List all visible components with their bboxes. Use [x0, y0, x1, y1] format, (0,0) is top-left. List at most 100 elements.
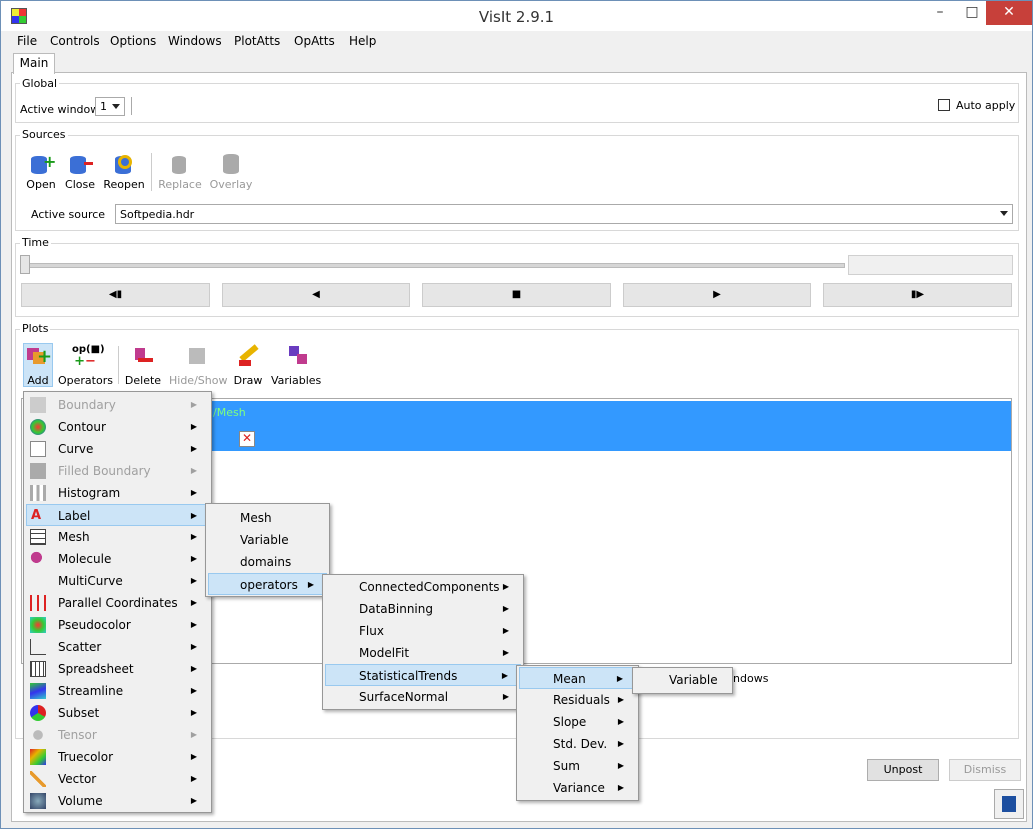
submenu-arrow-icon: ▶ [190, 598, 197, 607]
curve-plot-icon [30, 441, 46, 457]
divider [151, 153, 152, 191]
hide-show-plot-button[interactable]: Hide/Show [169, 344, 228, 387]
active-source-label: Active source [31, 208, 106, 221]
maximize-button[interactable]: □ [957, 1, 987, 25]
menu-help[interactable]: Help [349, 34, 376, 48]
menu-windows[interactable]: Windows [168, 34, 222, 48]
menu-item-histogram[interactable]: Histogram ▶ [26, 482, 209, 504]
open-label: Open [26, 178, 56, 191]
menu-item-domains[interactable]: domains [208, 551, 327, 573]
reopen-label: Reopen [103, 178, 145, 191]
overlay-label: Overlay [209, 178, 253, 191]
submenu-arrow-icon: ▶ [190, 488, 197, 497]
auto-apply-checkbox[interactable] [938, 99, 950, 111]
active-window-combo[interactable]: 1 [95, 97, 125, 116]
menu-controls[interactable]: Controls [50, 34, 100, 48]
menu-item-pseudocolor[interactable]: Pseudocolor ▶ [26, 614, 209, 636]
menu-item-modelfit[interactable]: ModelFit ▶ [325, 642, 521, 664]
submenu-arrow-icon: ▶ [190, 774, 197, 783]
menu-item-contour[interactable]: Contour ▶ [26, 416, 209, 438]
reverse-play-button[interactable]: ◀ [222, 283, 410, 307]
menu-item-databinning[interactable]: DataBinning ▶ [325, 598, 521, 620]
add-plot-button[interactable]: + Add [23, 343, 53, 387]
draw-plots-button[interactable]: Draw [231, 344, 265, 387]
tab-main[interactable]: Main [13, 53, 55, 74]
variables-label: Variables [271, 374, 322, 387]
menu-item-filled-boundary[interactable]: Filled Boundary ▶ [26, 460, 209, 482]
reopen-database-icon [111, 152, 137, 178]
minimize-button[interactable]: – [925, 1, 955, 25]
menu-item-curve[interactable]: Curve ▶ [26, 438, 209, 460]
menu-item-spreadsheet[interactable]: Spreadsheet ▶ [26, 658, 209, 680]
menu-item-statisticaltrends[interactable]: StatisticalTrends ▶ [325, 664, 521, 686]
variables-button[interactable]: Variables [271, 344, 321, 387]
auto-apply-label: Auto apply [956, 99, 1016, 112]
menu-item-slope[interactable]: Slope ▶ [519, 711, 636, 733]
menu-item-variable-var[interactable]: Variable [208, 529, 327, 551]
time-slider-track[interactable] [25, 263, 845, 268]
active-source-value: Softpedia.hdr [120, 208, 195, 221]
submenu-arrow-icon: ▶ [190, 554, 197, 563]
menu-item-flux[interactable]: Flux ▶ [325, 620, 521, 642]
play-button[interactable]: ▶ [623, 283, 811, 307]
delete-plot-button[interactable]: Delete [124, 344, 162, 387]
menu-item-operators[interactable]: operators ▶ [208, 573, 327, 595]
menu-item-subset[interactable]: Subset ▶ [26, 702, 209, 724]
menu-item-tensor[interactable]: Tensor ▶ [26, 724, 209, 746]
menu-item-mean[interactable]: Mean ▶ [519, 667, 636, 689]
menu-item-label: Label [58, 509, 91, 523]
hide-show-label: Hide/Show [169, 374, 228, 387]
stop-button[interactable]: ■ [422, 283, 611, 307]
menu-item-label: operators [240, 578, 298, 592]
dismiss-button[interactable]: Dismiss [949, 759, 1021, 781]
menu-item-variance[interactable]: Variance ▶ [519, 777, 636, 799]
menu-item-label: Molecule [58, 552, 112, 566]
info-button[interactable] [994, 789, 1024, 819]
menu-item-vector[interactable]: Vector ▶ [26, 768, 209, 790]
menu-item-label: Spreadsheet [58, 662, 134, 676]
overlay-database-icon [218, 152, 244, 178]
menu-item-connectedcomponents[interactable]: ConnectedComponents ▶ [325, 576, 521, 598]
submenu-arrow-icon: ▶ [502, 626, 509, 635]
menu-item-std-dev[interactable]: Std. Dev. ▶ [519, 733, 636, 755]
time-state-field[interactable] [848, 255, 1013, 275]
time-slider-handle[interactable] [20, 255, 30, 274]
menu-item-molecule[interactable]: Molecule ▶ [26, 548, 209, 570]
replace-source-button[interactable]: Replace [158, 152, 202, 191]
delete-x-icon[interactable]: ✕ [239, 431, 255, 447]
menu-item-scatter[interactable]: Scatter ▶ [26, 636, 209, 658]
close-source-button[interactable]: Close [63, 152, 97, 191]
forward-step-button[interactable]: ▮▶ [823, 283, 1012, 307]
menu-item-label: DataBinning [359, 602, 433, 616]
menu-plotatts[interactable]: PlotAtts [234, 34, 280, 48]
open-source-button[interactable]: + Open [23, 152, 59, 191]
menu-opatts[interactable]: OpAtts [294, 34, 335, 48]
operators-label: Operators [58, 374, 113, 387]
menu-item-label: Mesh [58, 530, 90, 544]
menu-item-variable[interactable]: Variable [635, 669, 730, 691]
operators-submenu: ConnectedComponents ▶ DataBinning ▶ Flux ▶ … [322, 574, 524, 710]
close-window-button[interactable]: ✕ [986, 1, 1032, 25]
operators-button[interactable]: op(■) +− Operators [58, 344, 113, 387]
info-icon [1002, 796, 1016, 812]
menu-options[interactable]: Options [110, 34, 156, 48]
menu-item-streamline[interactable]: Streamline ▶ [26, 680, 209, 702]
unpost-button[interactable]: Unpost [867, 759, 939, 781]
menu-item-surfacenormal[interactable]: SurfaceNormal ▶ [325, 686, 521, 708]
menu-file[interactable]: File [17, 34, 37, 48]
menu-item-multicurve[interactable]: MultiCurve ▶ [26, 570, 209, 592]
overlay-source-button[interactable]: Overlay [209, 152, 253, 191]
active-source-combo[interactable]: Softpedia.hdr [115, 204, 1013, 224]
submenu-arrow-icon: ▶ [190, 620, 197, 629]
menu-item-volume[interactable]: Volume ▶ [26, 790, 209, 812]
menu-item-boundary[interactable]: Boundary ▶ [26, 394, 209, 416]
menu-item-residuals[interactable]: Residuals ▶ [519, 689, 636, 711]
reverse-step-button[interactable]: ◀▮ [21, 283, 210, 307]
menu-item-mesh-var[interactable]: Mesh [208, 507, 327, 529]
menu-item-truecolor[interactable]: Truecolor ▶ [26, 746, 209, 768]
reopen-source-button[interactable]: Reopen [103, 152, 145, 191]
menu-item-mesh[interactable]: Mesh ▶ [26, 526, 209, 548]
menu-item-label-plot[interactable]: A Label ▶ [26, 504, 209, 526]
menu-item-parallel-coordinates[interactable]: Parallel Coordinates ▶ [26, 592, 209, 614]
menu-item-sum[interactable]: Sum ▶ [519, 755, 636, 777]
